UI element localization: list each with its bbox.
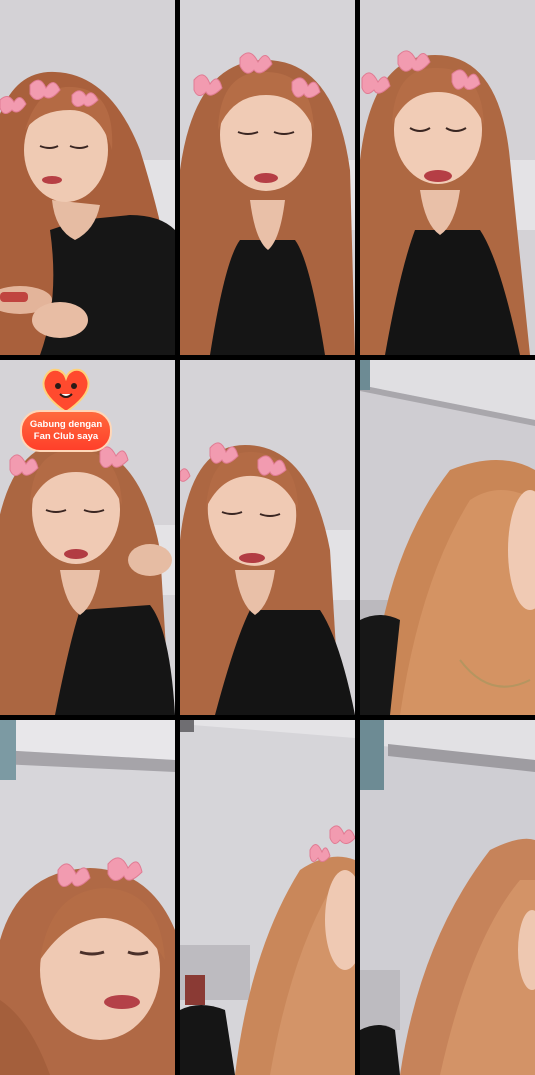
portrait-frame-3	[360, 0, 535, 355]
fan-club-line-2: Fan Club saya	[33, 431, 99, 442]
portrait-frame-5	[180, 360, 355, 715]
portrait-frame-8	[180, 720, 355, 1075]
fan-club-line-1: Gabung dengan	[29, 419, 103, 430]
video-tile-6[interactable]	[360, 360, 535, 715]
fan-club-label: Gabung dengan Fan Club saya	[20, 410, 112, 452]
portrait-frame-7	[0, 720, 175, 1075]
video-tile-9[interactable]	[360, 720, 535, 1075]
portrait-frame-6	[360, 360, 535, 715]
video-tile-2[interactable]	[180, 0, 355, 355]
heart-mascot-icon	[42, 368, 90, 414]
portrait-frame-1	[0, 0, 175, 355]
video-tile-8[interactable]	[180, 720, 355, 1075]
video-grid: Gabung dengan Fan Club saya	[0, 0, 535, 1075]
video-tile-4[interactable]: Gabung dengan Fan Club saya	[0, 360, 175, 715]
video-tile-5[interactable]	[180, 360, 355, 715]
video-tile-7[interactable]	[0, 720, 175, 1075]
video-tile-1[interactable]	[0, 0, 175, 355]
video-tile-3[interactable]	[360, 0, 535, 355]
portrait-frame-2	[180, 0, 355, 355]
fan-club-sticker[interactable]: Gabung dengan Fan Club saya	[20, 366, 112, 452]
portrait-frame-9	[360, 720, 535, 1075]
